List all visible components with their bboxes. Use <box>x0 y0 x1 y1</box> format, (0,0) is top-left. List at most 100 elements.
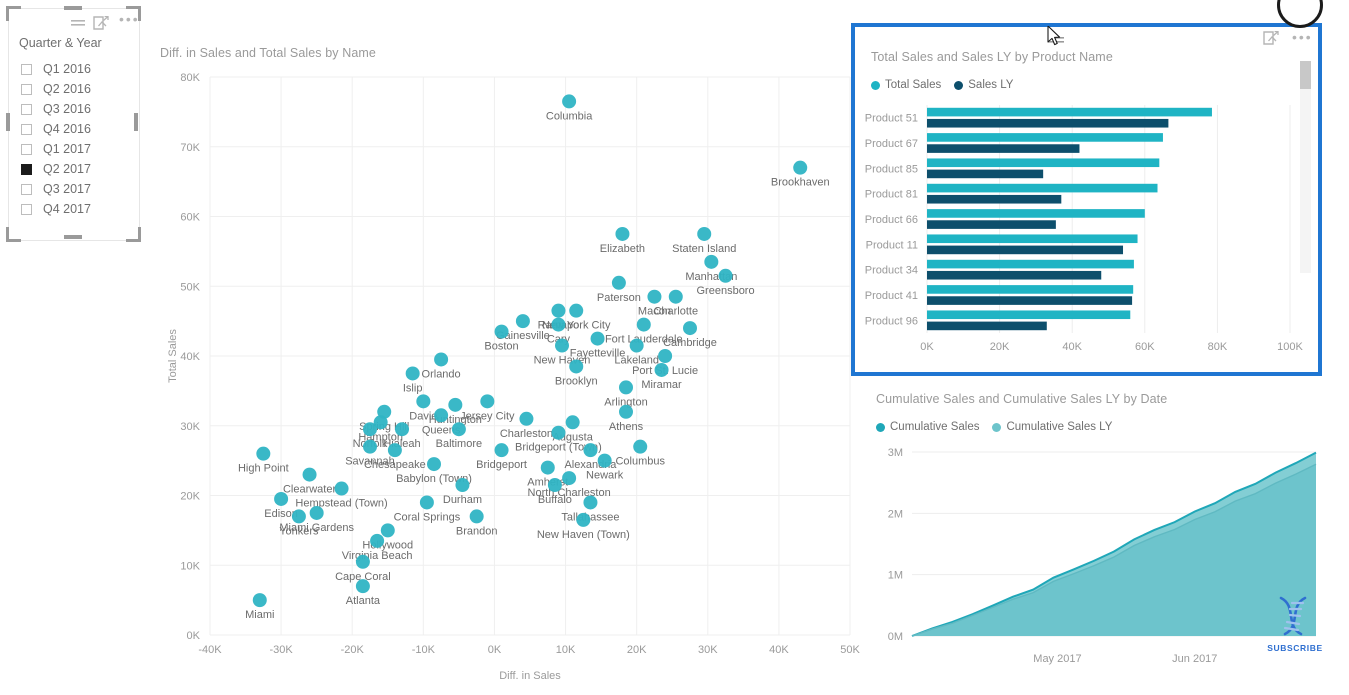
scatter-point[interactable] <box>469 509 484 524</box>
bar-total-sales[interactable] <box>927 259 1134 269</box>
legend-item-sales-ly[interactable]: Sales LY <box>954 79 1013 91</box>
bar-sales-ly[interactable] <box>927 245 1124 255</box>
scatter-point[interactable] <box>515 314 530 329</box>
bar-sales-ly[interactable] <box>927 296 1133 305</box>
scatter-point[interactable] <box>647 289 662 304</box>
checkbox[interactable] <box>21 123 32 135</box>
scatter-point[interactable] <box>451 422 466 437</box>
bar-total-sales[interactable] <box>927 133 1163 142</box>
legend-item-total-sales[interactable]: Total Sales <box>871 79 941 91</box>
scatter-point[interactable] <box>654 362 669 377</box>
bar-sales-ly[interactable] <box>927 169 1044 179</box>
scatter-point[interactable] <box>619 404 633 419</box>
scatter-point[interactable] <box>551 303 566 318</box>
scatter-point[interactable] <box>718 268 733 283</box>
scatter-point[interactable] <box>611 275 626 290</box>
slicer-item-q3-2017[interactable]: Q3 2017 <box>21 179 91 199</box>
scatter-point[interactable] <box>302 467 317 482</box>
checkbox[interactable] <box>21 143 32 155</box>
resize-handle-br[interactable] <box>126 227 141 242</box>
scatter-point[interactable] <box>363 439 377 454</box>
focus-mode-icon[interactable] <box>1263 30 1280 51</box>
scatter-point[interactable] <box>569 359 584 374</box>
bar-total-sales[interactable] <box>927 234 1138 244</box>
scatter-point[interactable] <box>565 415 580 430</box>
bar-chart-card[interactable]: ••• Total Sales and Sales LY by Product … <box>855 27 1318 372</box>
scatter-point[interactable] <box>583 495 598 510</box>
resize-handle-top[interactable] <box>64 6 82 10</box>
scatter-point[interactable] <box>668 289 683 304</box>
bar-chart-scrollbar-thumb[interactable] <box>1300 61 1311 89</box>
slicer-item-q4-2016[interactable]: Q4 2016 <box>21 119 91 139</box>
scatter-point[interactable] <box>395 422 409 437</box>
scatter-point[interactable] <box>633 439 648 454</box>
bar-total-sales[interactable] <box>927 183 1158 193</box>
scatter-point[interactable] <box>370 533 385 548</box>
slicer-item-q2-2017[interactable]: Q2 2017 <box>21 159 91 179</box>
scatter-point[interactable] <box>380 523 395 538</box>
scatter-point[interactable] <box>697 226 712 241</box>
resize-handle-bottom[interactable] <box>64 235 82 239</box>
resize-handle-tl[interactable] <box>6 6 21 21</box>
scatter-point[interactable] <box>590 331 605 346</box>
scatter-point[interactable] <box>629 338 644 353</box>
scatter-chart[interactable]: -40K -30K -20K -10K 0K 10K 20K 30K 40K 50K 0K 10K 20… <box>160 55 860 695</box>
scatter-point[interactable] <box>309 505 324 520</box>
scatter-point[interactable] <box>434 352 449 367</box>
bar-chart-plot[interactable]: 0K 20K 40K 60K 80K 100K Product 51 Product 67 Pr… <box>855 99 1318 369</box>
scatter-point[interactable] <box>569 303 584 318</box>
area-chart-card[interactable]: Cumulative Sales and Cumulative Sales LY… <box>866 388 1326 678</box>
bar-sales-ly[interactable] <box>927 118 1169 128</box>
scatter-point[interactable] <box>416 394 431 409</box>
bar-total-sales[interactable] <box>927 285 1134 294</box>
focus-mode-icon[interactable] <box>93 15 110 36</box>
scatter-point[interactable] <box>334 481 349 496</box>
more-options-icon[interactable]: ••• <box>1292 30 1313 44</box>
bar-total-sales[interactable] <box>927 209 1145 218</box>
scatter-point[interactable] <box>494 324 509 339</box>
scatter-point[interactable] <box>576 512 591 527</box>
scatter-point[interactable] <box>355 579 370 594</box>
scatter-point[interactable] <box>551 317 566 332</box>
scatter-point[interactable] <box>562 471 577 486</box>
scatter-point[interactable] <box>434 408 449 423</box>
slicer-item-q3-2016[interactable]: Q3 2016 <box>21 99 91 119</box>
scatter-point[interactable] <box>427 457 441 472</box>
checkbox[interactable] <box>21 183 32 195</box>
list-icon[interactable] <box>71 16 87 34</box>
bar-total-sales[interactable] <box>927 310 1131 320</box>
checkbox[interactable] <box>21 203 32 215</box>
scatter-point[interactable] <box>519 411 534 426</box>
resize-handle-tr[interactable] <box>126 6 141 21</box>
scatter-point[interactable] <box>704 254 719 269</box>
resize-handle-bl[interactable] <box>6 227 21 242</box>
resize-handle-left[interactable] <box>6 113 10 131</box>
slicer-item-q2-2016[interactable]: Q2 2016 <box>21 79 91 99</box>
scatter-point[interactable] <box>540 460 555 475</box>
slicer-item-q1-2017[interactable]: Q1 2017 <box>21 139 91 159</box>
bar-total-sales[interactable] <box>927 158 1160 168</box>
bar-chart-scrollbar-track[interactable] <box>1300 61 1311 273</box>
checkbox[interactable] <box>21 63 32 75</box>
legend-item-cumulative-sales-ly[interactable]: Cumulative Sales LY <box>992 421 1112 433</box>
quarter-year-slicer[interactable]: ••• Quarter & Year Q1 2016 Q2 2016 Q3 20… <box>8 8 140 241</box>
scatter-point[interactable] <box>615 226 630 241</box>
scatter-point[interactable] <box>793 160 808 175</box>
bar-sales-ly[interactable] <box>927 220 1056 229</box>
scatter-point[interactable] <box>291 509 306 524</box>
bar-sales-ly[interactable] <box>927 270 1102 280</box>
scatter-point[interactable] <box>455 478 470 493</box>
scatter-point[interactable] <box>252 593 267 608</box>
scatter-point[interactable] <box>619 380 633 395</box>
legend-item-cumulative-sales[interactable]: Cumulative Sales <box>876 421 979 433</box>
slicer-item-q4-2017[interactable]: Q4 2017 <box>21 199 91 219</box>
scatter-point[interactable] <box>480 394 495 409</box>
scatter-point[interactable] <box>419 495 434 510</box>
scatter-point[interactable] <box>387 443 402 458</box>
bar-total-sales[interactable] <box>927 107 1212 117</box>
scatter-point[interactable] <box>494 443 509 458</box>
bar-sales-ly[interactable] <box>927 194 1062 204</box>
scatter-point[interactable] <box>355 554 370 569</box>
scatter-point[interactable] <box>636 317 651 332</box>
scatter-point[interactable] <box>256 446 271 461</box>
